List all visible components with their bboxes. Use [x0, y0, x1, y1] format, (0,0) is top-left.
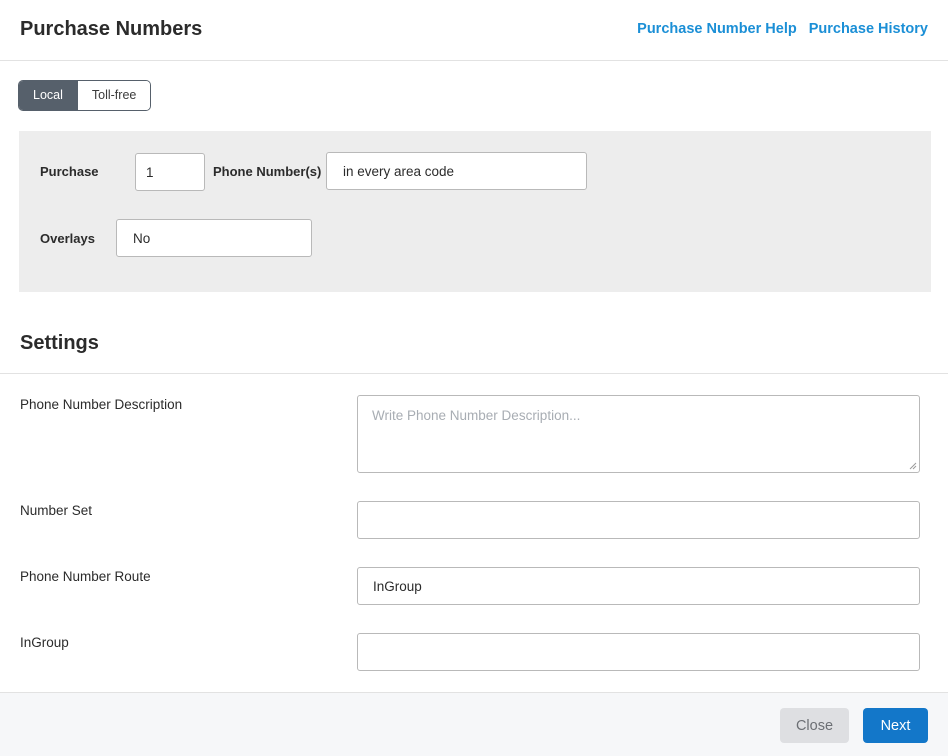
header: Purchase Numbers Purchase Number Help Pu…: [0, 0, 948, 61]
number-type-toggle: Local Toll-free: [18, 80, 152, 111]
purchase-history-link[interactable]: Purchase History: [809, 21, 928, 37]
area-code-select[interactable]: in every area code: [326, 152, 587, 190]
close-button[interactable]: Close: [780, 708, 849, 743]
route-value: InGroup: [373, 578, 422, 594]
route-select[interactable]: InGroup: [357, 567, 920, 605]
number-set-select[interactable]: [357, 501, 920, 539]
description-label: Phone Number Description: [20, 397, 183, 412]
purchase-label: Purchase: [40, 164, 99, 179]
overlays-value: No: [133, 230, 151, 246]
quantity-value: 1: [146, 164, 154, 180]
purchase-panel: Purchase 1 Phone Number(s) in every area…: [19, 131, 931, 292]
overlays-select[interactable]: No: [116, 219, 312, 257]
route-label: Phone Number Route: [20, 569, 151, 584]
ingroup-select[interactable]: [357, 633, 920, 671]
description-placeholder: Write Phone Number Description...: [372, 408, 581, 423]
phone-numbers-label: Phone Number(s): [213, 164, 322, 179]
tab-toll-free[interactable]: Toll-free: [76, 81, 151, 110]
resize-grip-icon[interactable]: [909, 462, 917, 470]
settings-title: Settings: [20, 332, 99, 354]
number-set-label: Number Set: [20, 503, 93, 518]
page-title: Purchase Numbers: [20, 18, 203, 40]
quantity-input[interactable]: 1: [135, 153, 205, 191]
ingroup-label: InGroup: [20, 635, 69, 650]
description-textarea[interactable]: Write Phone Number Description...: [357, 395, 920, 473]
header-links: Purchase Number Help Purchase History: [637, 21, 928, 37]
next-button[interactable]: Next: [863, 708, 928, 743]
purchase-number-help-link[interactable]: Purchase Number Help: [637, 21, 797, 37]
area-code-value: in every area code: [343, 163, 455, 179]
settings-divider: [0, 373, 948, 374]
tab-local[interactable]: Local: [19, 81, 77, 110]
overlays-label: Overlays: [40, 231, 95, 246]
